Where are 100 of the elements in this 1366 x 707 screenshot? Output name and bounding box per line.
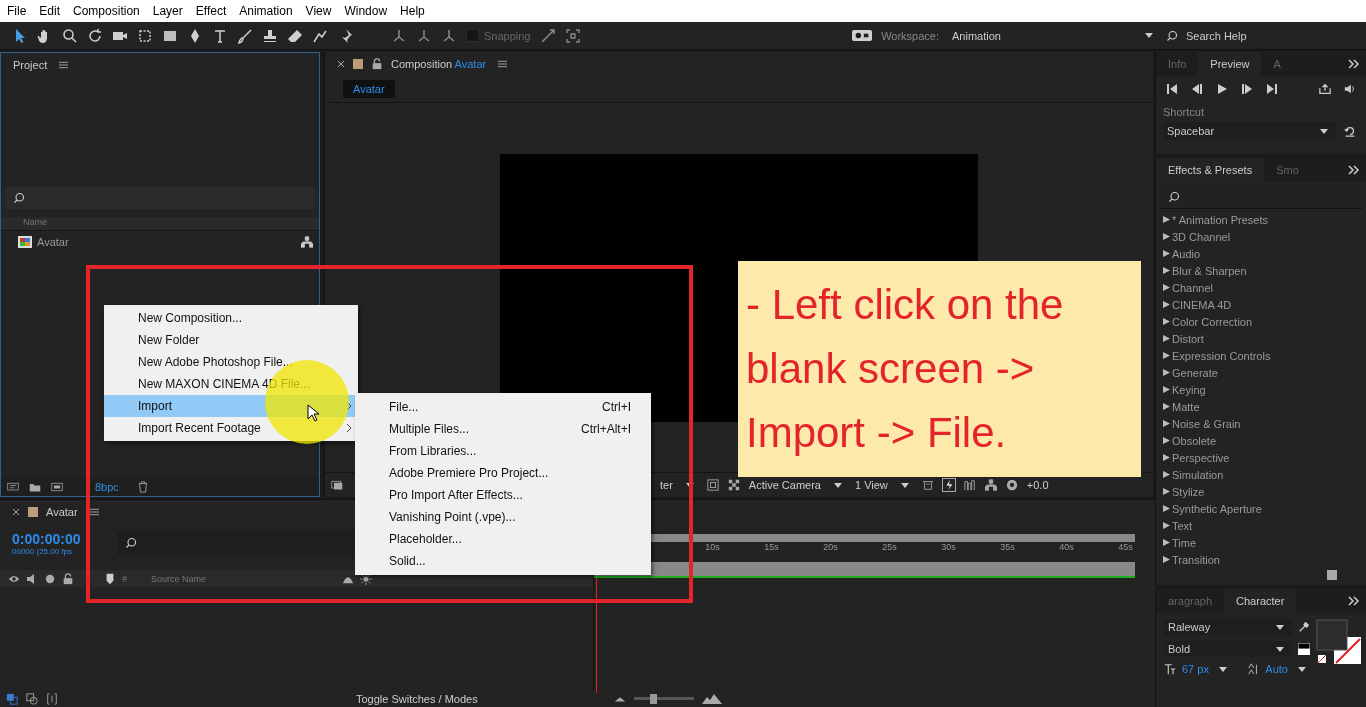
effect-category[interactable]: Channel — [1172, 281, 1213, 294]
brush-icon[interactable] — [237, 27, 253, 44]
expand-arrow-icon[interactable] — [1163, 284, 1170, 291]
expand-arrow-icon[interactable] — [1163, 437, 1170, 444]
expand-arrow-icon[interactable] — [1163, 250, 1170, 257]
effect-category[interactable]: Color Correction — [1172, 315, 1253, 328]
exposure-icon[interactable] — [1005, 479, 1018, 491]
workspace-dropdown[interactable]: Animation — [948, 29, 1157, 42]
new-item-icon[interactable] — [1326, 569, 1338, 581]
close-icon[interactable] — [337, 60, 345, 68]
pixel-aspect-icon[interactable] — [921, 479, 934, 491]
effect-category[interactable]: Expression Controls — [1172, 349, 1271, 362]
expand-arrow-icon[interactable] — [1163, 403, 1170, 410]
menu-item[interactable]: Import Recent Footage — [104, 417, 358, 439]
expand-arrow-icon[interactable] — [1163, 233, 1170, 240]
expand-arrow-icon[interactable] — [1163, 471, 1170, 478]
play-icon[interactable] — [1216, 83, 1228, 95]
panel-tab[interactable]: Character — [1224, 589, 1297, 613]
expand-arrow-icon[interactable] — [1163, 420, 1170, 427]
menu-icon[interactable] — [89, 508, 99, 516]
leading-value[interactable]: Auto — [1265, 663, 1288, 675]
zoom-slider-thumb[interactable] — [649, 693, 657, 704]
magnification-dropdown[interactable]: ter — [660, 479, 673, 491]
checkerboard-icon[interactable] — [727, 479, 740, 491]
effect-category[interactable]: Time — [1172, 536, 1197, 549]
last-frame-icon[interactable] — [1266, 83, 1278, 95]
overlap-icon[interactable] — [26, 692, 38, 705]
snapshot-icon[interactable] — [331, 479, 343, 491]
overflow-icon[interactable] — [1348, 164, 1360, 176]
expand-arrow-icon[interactable] — [1163, 454, 1170, 461]
exposure-value[interactable]: +0.0 — [1026, 479, 1049, 491]
first-frame-icon[interactable] — [1166, 83, 1178, 95]
workspace-icon[interactable] — [852, 30, 873, 41]
project-item[interactable]: Avatar — [37, 236, 69, 248]
axis-icon[interactable] — [441, 27, 457, 44]
camera-dropdown[interactable]: Active Camera — [748, 479, 821, 491]
trash-icon[interactable] — [137, 481, 149, 493]
menu-item[interactable]: From Libraries... — [355, 440, 651, 462]
font-size-value[interactable]: 67 px — [1182, 663, 1209, 675]
effect-category[interactable]: Perspective — [1172, 451, 1230, 464]
effect-category[interactable]: Stylize — [1172, 485, 1205, 498]
expand-arrow-icon[interactable] — [1163, 301, 1170, 308]
panel-title[interactable]: Composition Avatar — [391, 58, 487, 70]
panel-tab[interactable]: Preview — [1198, 52, 1262, 76]
new-composition-icon[interactable] — [51, 481, 63, 493]
composition-tab[interactable]: Avatar — [343, 80, 395, 98]
menu-icon[interactable] — [498, 60, 508, 68]
menu-item[interactable]: Help — [400, 4, 425, 18]
font-style-dropdown[interactable]: Bold — [1164, 641, 1292, 657]
hierarchy-icon[interactable] — [301, 236, 313, 248]
expand-arrow-icon[interactable] — [1163, 216, 1170, 223]
menu-item[interactable]: Effect — [195, 4, 227, 18]
menu-item[interactable]: Layer — [152, 4, 183, 18]
menu-item[interactable]: New Composition... — [104, 307, 358, 329]
expand-arrow-icon[interactable] — [1163, 505, 1170, 512]
timeline-icon[interactable] — [963, 479, 976, 491]
folder-icon[interactable] — [29, 481, 41, 493]
font-dropdown[interactable]: Raleway — [1164, 619, 1292, 635]
expand-arrow-icon[interactable] — [1163, 369, 1170, 376]
text-tool-icon[interactable] — [212, 27, 228, 44]
axis-icon[interactable] — [391, 27, 407, 44]
expand-arrow-icon[interactable] — [1163, 488, 1170, 495]
shortcut-dropdown[interactable]: Spacebar — [1163, 122, 1336, 140]
toggle-switches-button[interactable]: Toggle Switches / Modes — [356, 692, 606, 705]
stamp-icon[interactable] — [262, 27, 278, 44]
lock-icon[interactable] — [62, 572, 74, 585]
fast-preview-icon[interactable] — [942, 479, 955, 491]
expand-arrow-icon[interactable] — [1163, 352, 1170, 359]
panel-title[interactable]: Project — [13, 59, 48, 71]
effect-category[interactable]: Matte — [1172, 400, 1200, 413]
layers-icon[interactable] — [6, 692, 18, 705]
effect-category[interactable]: Text — [1172, 519, 1193, 532]
menu-item[interactable]: Solid... — [355, 550, 651, 572]
close-icon[interactable] — [12, 508, 20, 516]
label-icon[interactable] — [104, 572, 116, 585]
rotate-icon[interactable] — [87, 27, 103, 44]
panel-tab[interactable]: Effects & Presets — [1156, 158, 1265, 182]
menu-item[interactable]: Adobe Premiere Pro Project... — [355, 462, 651, 484]
speaker-icon[interactable] — [1344, 83, 1356, 95]
menu-item[interactable]: Vanishing Point (.vpe)... — [355, 506, 651, 528]
menu-item[interactable]: File... Ctrl+I — [355, 396, 651, 418]
next-frame-icon[interactable] — [1241, 83, 1253, 95]
view-layout-dropdown[interactable]: 1 View — [855, 479, 888, 491]
lock-icon[interactable] — [371, 58, 383, 70]
expand-arrow-icon[interactable] — [1163, 335, 1170, 342]
menu-item[interactable]: Edit — [39, 4, 61, 18]
timeline-tab[interactable]: Avatar — [46, 506, 78, 518]
menu-item[interactable]: Placeholder... — [355, 528, 651, 550]
region-icon[interactable] — [706, 479, 719, 491]
expand-arrow-icon[interactable] — [1163, 522, 1170, 529]
search-icon[interactable] — [1166, 29, 1178, 42]
search-help-field[interactable]: Search Help — [1184, 28, 1358, 43]
menu-icon[interactable] — [59, 61, 69, 69]
flowchart-icon[interactable] — [984, 479, 997, 491]
menu-item[interactable]: Animation — [239, 4, 293, 18]
overflow-icon[interactable] — [1348, 58, 1360, 70]
effect-category[interactable]: Blur & Sharpen — [1172, 264, 1247, 277]
expand-arrow-icon[interactable] — [1163, 556, 1170, 563]
export-icon[interactable] — [1319, 83, 1331, 95]
search-field[interactable] — [117, 531, 355, 555]
